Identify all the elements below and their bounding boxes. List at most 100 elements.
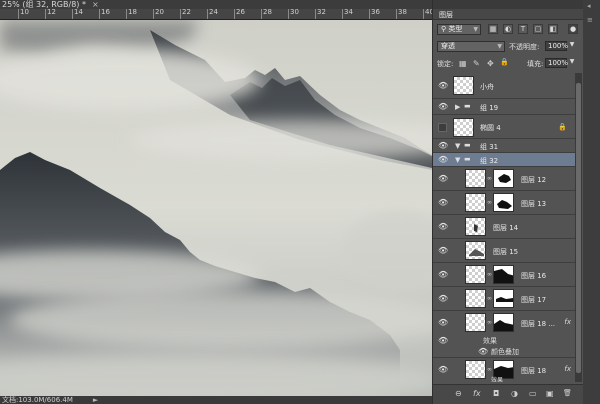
group-row-selected[interactable]: 👁 ▼ ▬ 组 32 (433, 153, 575, 167)
fill-dropdown-icon[interactable]: ▼ (568, 58, 576, 68)
eye-icon[interactable]: 👁 (438, 199, 448, 207)
fx-icon[interactable]: fx (564, 318, 571, 326)
eye-icon[interactable]: 👁 (438, 82, 448, 90)
chevron-down-icon: ▼ (497, 43, 502, 50)
adjustment-layer-icon[interactable]: ◑ (511, 389, 518, 398)
chevron-down-icon[interactable]: ▼ (455, 142, 460, 150)
layer-mask-thumbnail[interactable] (493, 169, 514, 188)
layer-row[interactable]: 👁 小舟 (433, 73, 575, 99)
document-title: 25% (组 32, RGB/8) * (2, 0, 86, 9)
layer-name: 小舟 (480, 83, 494, 91)
layer-mask-thumbnail[interactable] (493, 265, 514, 284)
adjustment-filter-icon[interactable]: ◐ (503, 24, 513, 34)
document-canvas[interactable] (0, 20, 432, 396)
lock-pixels-icon[interactable]: ✎ (473, 59, 480, 68)
layer-row[interactable]: 椭圆 4 🔒 (433, 115, 575, 139)
filter-toggle-icon[interactable]: ● (568, 24, 578, 34)
layer-thumbnail (465, 313, 486, 332)
group-row[interactable]: 👁 ▼ ▬ 组 31 (433, 139, 575, 153)
smart-filter-icon[interactable]: ◧ (548, 24, 558, 34)
layer-name: 图层 17 (521, 296, 547, 304)
add-mask-icon[interactable]: ◘ (493, 389, 499, 398)
eye-icon[interactable]: 👁 (438, 319, 448, 327)
layer-row[interactable]: 👁 ∞ 图层 18 ... fx (433, 311, 575, 335)
chevron-down-icon[interactable]: ▼ (455, 156, 460, 164)
chevron-right-icon[interactable]: ▶ (455, 103, 460, 111)
layer-row[interactable]: 👁 图层 14 (433, 215, 575, 239)
lock-transparency-icon[interactable]: ▦ (459, 59, 467, 68)
color-overlay-effect: 颜色叠加 (491, 348, 519, 356)
tab-layers[interactable]: 图层 ≡ (433, 9, 600, 20)
eye-icon[interactable]: 👁 (438, 247, 448, 255)
layer-mask-thumbnail[interactable] (493, 313, 514, 332)
shape-filter-icon[interactable]: ▢ (533, 24, 543, 34)
filter-kind-label: 类型 (448, 25, 463, 33)
opacity-dropdown-icon[interactable]: ▼ (568, 41, 576, 51)
layer-name: 组 31 (480, 143, 499, 151)
lock-all-icon[interactable]: 🔒 (500, 58, 509, 66)
eye-icon[interactable]: 👁 (438, 142, 448, 150)
eye-icon[interactable]: 👁 (438, 271, 448, 279)
layer-name: 图层 14 (493, 224, 519, 232)
new-group-icon[interactable]: ▭ (529, 389, 537, 398)
status-menu-arrow-icon[interactable]: ► (93, 396, 98, 404)
blend-mode-select[interactable]: 穿透 ▼ (437, 41, 505, 52)
new-layer-icon[interactable]: ▣ (546, 389, 554, 398)
effects-row[interactable]: 👁 效果 (433, 335, 575, 346)
ruler-tick (180, 9, 181, 19)
link-icon[interactable]: ∞ (487, 295, 492, 302)
dock-menu-icon[interactable]: ≡ (587, 16, 593, 24)
layer-row[interactable]: 👁 ∞ 图层 16 (433, 263, 575, 287)
ruler-label: 24 (209, 9, 218, 16)
eye-icon[interactable]: 👁 (438, 366, 448, 374)
effect-item-row[interactable]: 👁 颜色叠加 (433, 346, 575, 358)
layer-name: 图层 18 (521, 367, 547, 375)
type-filter-icon[interactable]: T (518, 24, 528, 34)
link-icon[interactable]: ∞ (487, 199, 492, 206)
eye-icon[interactable]: 👁 (438, 156, 448, 164)
layer-thumbnail (465, 241, 486, 260)
link-icon[interactable]: ∞ (487, 175, 492, 182)
fx-icon[interactable]: fx (564, 365, 571, 373)
layer-row[interactable]: 👁 图层 15 (433, 239, 575, 263)
chevron-down-icon: ▼ (473, 26, 478, 33)
layer-thumbnail (465, 193, 486, 212)
eye-icon[interactable]: 👁 (438, 295, 448, 303)
layer-mask-thumbnail[interactable] (493, 193, 514, 212)
fill-input[interactable]: 100% (545, 58, 568, 68)
close-icon[interactable]: × (90, 0, 99, 9)
eye-icon[interactable]: 👁 (438, 223, 448, 231)
pixel-filter-icon[interactable]: ▦ (488, 24, 498, 34)
dock-expand-icon[interactable]: ◂ (587, 2, 591, 10)
ruler-label: 20 (155, 9, 164, 16)
group-row[interactable]: 👁 ▶ ▬ 组 19 (433, 99, 575, 115)
scrollbar-thumb[interactable] (576, 83, 581, 373)
layer-mask-thumbnail[interactable] (493, 289, 514, 308)
eye-icon[interactable]: 👁 (478, 348, 488, 356)
link-layers-icon[interactable]: ⊖ (455, 389, 462, 398)
layer-row[interactable]: 👁 ∞ 图层 13 (433, 191, 575, 215)
delete-layer-icon[interactable]: 🗑 (563, 389, 572, 397)
opacity-input[interactable]: 100% (545, 41, 568, 51)
eye-icon[interactable]: 👁 (438, 175, 448, 183)
layers-scrollbar[interactable] (575, 73, 582, 382)
layer-thumbnail (465, 265, 486, 284)
visibility-toggle[interactable] (438, 123, 447, 132)
layers-panel: « 图层 ≡ ⚲ 类型▼ ▦ ◐ T ▢ ◧ ● 穿透▼ 不透明度: 100% … (432, 0, 600, 404)
filter-kind-select[interactable]: ⚲ 类型 ▼ (437, 24, 481, 35)
layer-row[interactable]: 👁 ∞ 图层 12 (433, 167, 575, 191)
layers-panel-footer: ⊖ fx ◘ ◑ ▭ ▣ 🗑 (433, 384, 583, 404)
eye-icon[interactable]: 👁 (438, 337, 448, 345)
eye-icon[interactable]: 👁 (438, 103, 448, 111)
ruler-label: 40 (425, 9, 432, 16)
link-icon[interactable]: ∞ (487, 271, 492, 278)
link-icon[interactable]: ∞ (487, 319, 492, 326)
lock-position-icon[interactable]: ✥ (487, 59, 494, 68)
ruler-label: 36 (371, 9, 380, 16)
fx-icon[interactable]: fx (473, 389, 481, 398)
layer-thumbnail (453, 76, 474, 95)
layer-name: 图层 13 (521, 200, 547, 208)
layer-row[interactable]: 👁 ∞ 图层 17 (433, 287, 575, 311)
link-icon[interactable]: ∞ (487, 366, 492, 373)
layer-row[interactable]: 👁 ∞ 图层 18 fx (433, 358, 575, 382)
